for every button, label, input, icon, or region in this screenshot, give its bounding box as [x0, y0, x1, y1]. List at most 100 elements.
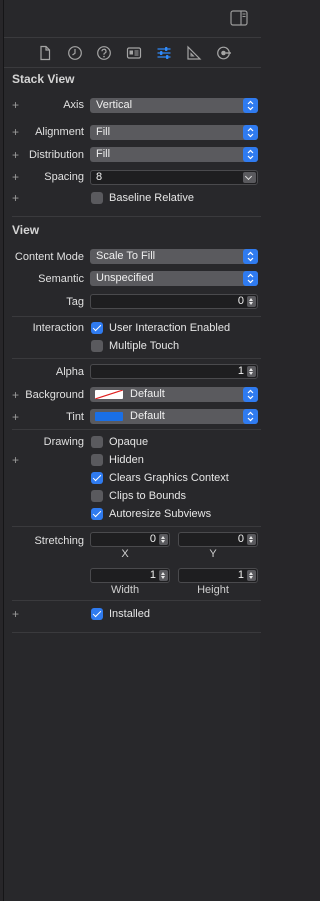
semantic-popup[interactable]: Unspecified — [90, 271, 258, 286]
clips-to-bounds-checkbox[interactable] — [91, 490, 103, 502]
divider — [12, 358, 261, 359]
multiple-touch-label: Multiple Touch — [109, 340, 180, 352]
alignment-value: Fill — [96, 126, 111, 138]
add-variation-baseline-button[interactable]: + — [12, 192, 19, 204]
user-interaction-label: User Interaction Enabled — [109, 322, 231, 334]
installed-checkbox[interactable] — [91, 608, 103, 620]
background-label: Background — [25, 389, 84, 401]
distribution-value: Fill — [96, 148, 111, 160]
stepper-icon[interactable] — [247, 296, 256, 307]
stretching-height-caption: Height — [197, 584, 229, 596]
add-variation-spacing-button[interactable]: + — [12, 171, 19, 183]
tag-field[interactable]: 0 — [90, 294, 258, 309]
chevron-down-icon[interactable] — [243, 172, 256, 183]
installed-label: Installed — [109, 608, 150, 620]
tag-value: 0 — [237, 295, 244, 307]
identity-icon[interactable] — [126, 45, 142, 61]
clips-to-bounds-label: Clips to Bounds — [109, 490, 187, 502]
distribution-label: Distribution — [28, 149, 84, 161]
stepper-icon[interactable] — [159, 570, 168, 581]
stretching-width-value: 1 — [149, 569, 156, 581]
popup-arrows-icon — [243, 409, 258, 424]
attributes-inspector: Stack View + Axis Vertical + Alignment F… — [3, 0, 261, 901]
add-variation-axis-button[interactable]: + — [12, 99, 19, 111]
add-variation-hidden-button[interactable]: + — [12, 454, 19, 466]
inspector-toolbar — [4, 0, 261, 38]
connections-icon[interactable] — [216, 45, 232, 61]
semantic-value: Unspecified — [96, 272, 154, 284]
axis-label: Axis — [63, 99, 84, 111]
section-title-view: View — [12, 223, 40, 237]
stretching-width-field[interactable]: 1 — [90, 568, 170, 583]
background-popup[interactable]: Default — [90, 387, 258, 402]
popup-arrows-icon — [243, 147, 258, 162]
multiple-touch-checkbox[interactable] — [91, 340, 103, 352]
add-variation-installed-button[interactable]: + — [12, 608, 19, 620]
inspector-tabs — [4, 39, 261, 68]
color-swatch-none-icon — [95, 390, 123, 399]
drawing-label: Drawing — [43, 436, 84, 448]
add-variation-alignment-button[interactable]: + — [12, 126, 19, 138]
autoresize-label: Autoresize Subviews — [109, 508, 212, 520]
ruler-icon[interactable] — [186, 45, 202, 61]
divider — [12, 316, 261, 317]
sliders-icon[interactable] — [156, 45, 172, 61]
clock-icon[interactable] — [67, 45, 83, 61]
interaction-label: Interaction — [32, 322, 84, 334]
tint-label: Tint — [66, 411, 84, 423]
clears-graphics-checkbox[interactable] — [91, 472, 103, 484]
tint-value: Default — [130, 410, 165, 422]
divider — [12, 526, 261, 527]
stepper-icon[interactable] — [247, 366, 256, 377]
spacing-combobox[interactable]: 8 — [90, 170, 258, 185]
alignment-label: Alignment — [35, 126, 84, 138]
background-value: Default — [130, 388, 165, 400]
help-icon[interactable] — [96, 45, 112, 61]
stretching-height-value: 1 — [237, 569, 244, 581]
spacing-value: 8 — [96, 171, 103, 183]
baseline-relative-label: Baseline Relative — [109, 192, 194, 204]
sidebar-right-icon[interactable] — [230, 10, 248, 26]
stretching-y-field[interactable]: 0 — [178, 532, 258, 547]
divider — [12, 429, 261, 430]
semantic-label: Semantic — [38, 273, 84, 285]
popup-arrows-icon — [243, 125, 258, 140]
popup-arrows-icon — [243, 249, 258, 264]
stretching-x-value: 0 — [149, 533, 156, 545]
stretching-width-caption: Width — [110, 584, 140, 596]
section-title-stack-view: Stack View — [12, 72, 75, 86]
spacing-label: Spacing — [44, 171, 84, 183]
axis-popup[interactable]: Vertical — [90, 98, 258, 113]
tag-label: Tag — [66, 296, 84, 308]
popup-arrows-icon — [243, 271, 258, 286]
distribution-popup[interactable]: Fill — [90, 147, 258, 162]
stretching-height-field[interactable]: 1 — [178, 568, 258, 583]
alignment-popup[interactable]: Fill — [90, 125, 258, 140]
baseline-relative-checkbox[interactable] — [91, 192, 103, 204]
hidden-label: Hidden — [109, 454, 144, 466]
color-swatch-icon — [95, 412, 123, 421]
clears-graphics-label: Clears Graphics Context — [109, 472, 229, 484]
opaque-label: Opaque — [109, 436, 149, 448]
stretching-label: Stretching — [34, 535, 84, 547]
divider — [12, 600, 261, 601]
add-variation-tint-button[interactable]: + — [12, 411, 19, 423]
popup-arrows-icon — [243, 98, 258, 113]
add-variation-background-button[interactable]: + — [12, 389, 19, 401]
stepper-icon[interactable] — [159, 534, 168, 545]
autoresize-checkbox[interactable] — [91, 508, 103, 520]
alpha-field[interactable]: 1 — [90, 364, 258, 379]
stretching-x-field[interactable]: 0 — [90, 532, 170, 547]
opaque-checkbox[interactable] — [91, 436, 103, 448]
stepper-icon[interactable] — [247, 534, 256, 545]
user-interaction-checkbox[interactable] — [91, 322, 103, 334]
stepper-icon[interactable] — [247, 570, 256, 581]
content-mode-popup[interactable]: Scale To Fill — [90, 249, 258, 264]
hidden-checkbox[interactable] — [91, 454, 103, 466]
content-mode-label: Content Mode — [14, 251, 84, 263]
stretching-x-caption: X — [121, 548, 129, 560]
axis-value: Vertical — [96, 99, 133, 111]
file-icon[interactable] — [37, 45, 53, 61]
add-variation-distribution-button[interactable]: + — [12, 149, 19, 161]
tint-popup[interactable]: Default — [90, 409, 258, 424]
